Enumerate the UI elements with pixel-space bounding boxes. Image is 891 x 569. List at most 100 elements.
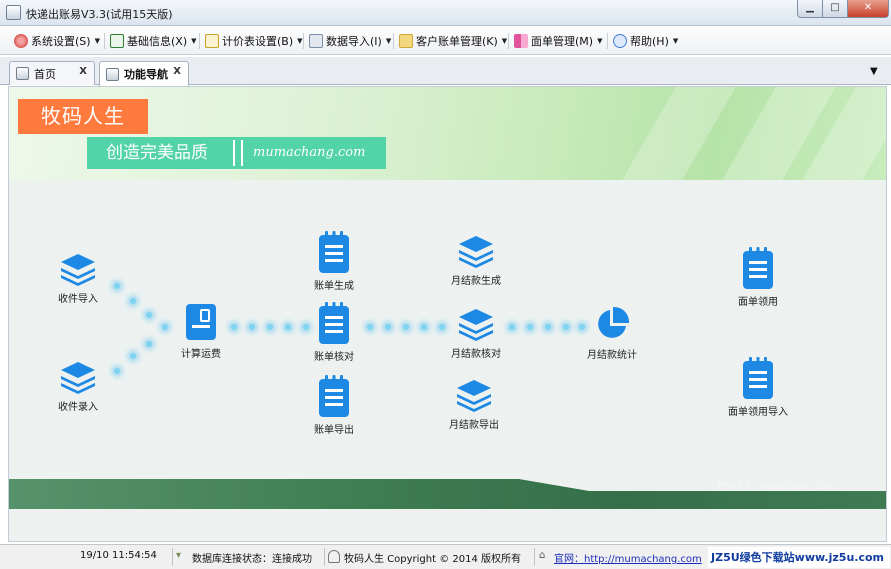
status-datetime: 19/10 11:54:54 (80, 550, 157, 561)
chevron-down-icon: ▼ (94, 37, 100, 45)
menu-label: 客户账单管理(K) (416, 35, 498, 48)
menu-separator (199, 33, 200, 49)
banner: 牧码人生 创造完美品质 mumachang.com (9, 87, 886, 180)
tab-home[interactable]: 首页 X (9, 61, 95, 85)
slogan-text: 创造完美品质 (106, 143, 208, 163)
nav-tab-icon (106, 67, 119, 81)
node-label: 面单领用导入 (728, 407, 788, 418)
home-tab-icon (16, 67, 29, 80)
flow-dot (545, 324, 551, 330)
notepad-icon (319, 375, 349, 417)
flow-dot (249, 324, 255, 330)
node-label: 账单导出 (314, 425, 354, 436)
flow-dot (385, 324, 391, 330)
menu-separator (607, 33, 608, 49)
flow-dot (403, 324, 409, 330)
node-label: 账单生成 (314, 281, 354, 292)
menu-label: 帮助(H) (630, 35, 669, 48)
node-monthly-generate[interactable]: 月结款生成 (431, 234, 521, 287)
menu-label: 面单管理(M) (531, 35, 594, 48)
tab-list-dropdown[interactable]: ▼ (870, 66, 878, 77)
layers-icon (457, 380, 491, 412)
node-receive-entry[interactable]: 收件录入 (33, 360, 123, 413)
menu-separator (393, 33, 394, 49)
data-import-icon (309, 34, 323, 48)
node-label: 计算运费 (181, 349, 221, 360)
pie-chart-icon (598, 306, 630, 338)
menu-label: 基础信息(X) (127, 35, 188, 48)
home-icon: ⌂ (539, 550, 546, 561)
node-label: 月结款导出 (449, 420, 499, 431)
layers-icon (459, 236, 493, 268)
menu-data-import[interactable]: 数据导入(I) ▼ (309, 30, 391, 52)
chevron-down-icon: ▼ (297, 37, 303, 45)
maximize-button[interactable]: □ (822, 0, 848, 18)
customer-bill-icon (399, 34, 413, 48)
menu-pricing-table[interactable]: 计价表设置(B) ▼ (205, 30, 303, 52)
node-label: 月结款生成 (451, 276, 501, 287)
close-button[interactable]: ✕ (847, 0, 889, 18)
status-db-connection: 数据库连接状态：连接成功 (192, 554, 312, 565)
node-receive-import[interactable]: 收件导入 (33, 252, 123, 305)
help-icon (613, 34, 627, 48)
node-waybill-receive[interactable]: 面单领用 (713, 247, 803, 308)
status-separator (324, 548, 325, 566)
menu-separator (104, 33, 105, 49)
menu-separator (303, 33, 304, 49)
node-waybill-import[interactable]: 面单领用导入 (713, 357, 803, 418)
app-icon (6, 5, 21, 20)
tab-bar: 首页 X 功能导航 X ▼ (0, 57, 891, 86)
close-icon[interactable]: X (173, 66, 181, 77)
node-label: 月结款核对 (451, 349, 501, 360)
function-navigation-panel: 牧码人生 创造完美品质 mumachang.com 收件导入 收件录入 计算运费… (8, 86, 887, 542)
notepad-icon (319, 231, 349, 273)
banner-stripe (622, 87, 736, 180)
close-icon[interactable]: X (79, 66, 87, 77)
window-title: 快递出账易V3.3(试用15天版) (26, 8, 173, 21)
node-monthly-stats[interactable]: 月结款统计 (567, 306, 657, 361)
flow-dot (146, 312, 152, 318)
node-monthly-check[interactable]: 月结款核对 (431, 307, 521, 360)
minimize-button[interactable]: ▁ (797, 0, 823, 18)
menu-separator (508, 33, 509, 49)
db-status-icon: ▾ (176, 550, 182, 561)
status-separator (172, 548, 173, 566)
tab-label: 首页 (34, 67, 56, 81)
menu-system-settings[interactable]: 系统设置(S) ▼ (14, 30, 100, 52)
phone-card-icon (186, 304, 216, 340)
node-bill-check[interactable]: 账单核对 (289, 302, 379, 363)
footer-brand-text: 牧码人生 mumachang.com (717, 482, 835, 492)
notepad-icon (743, 247, 773, 289)
flow-dot (267, 324, 273, 330)
website-link[interactable]: 官网：http://mumachang.com (554, 550, 702, 565)
node-label: 面单领用 (738, 297, 778, 308)
layers-icon (459, 309, 493, 341)
chevron-down-icon: ▼ (597, 37, 603, 45)
node-calc-freight[interactable]: 计算运费 (156, 303, 246, 360)
layers-icon (61, 362, 95, 394)
node-monthly-export[interactable]: 月结款导出 (429, 378, 519, 431)
menu-basic-info[interactable]: 基础信息(X) ▼ (110, 30, 197, 52)
node-label: 收件录入 (58, 402, 98, 413)
menu-waybill-manage[interactable]: 面单管理(M) ▼ (514, 30, 602, 52)
flow-dot (421, 324, 427, 330)
node-bill-generate[interactable]: 账单生成 (289, 231, 379, 292)
user-icon (328, 550, 340, 563)
notepad-icon (319, 302, 349, 344)
menu-label: 系统设置(S) (31, 35, 91, 48)
watermark-text: JZ5U绿色下载站www.jz5u.com (708, 547, 890, 568)
node-label: 月结款统计 (587, 350, 637, 361)
menu-bar: 系统设置(S) ▼ 基础信息(X) ▼ 计价表设置(B) ▼ 数据导入(I) ▼ 客户账… (0, 27, 891, 55)
node-label: 收件导入 (58, 294, 98, 305)
menu-customer-bill[interactable]: 客户账单管理(K) ▼ (399, 30, 507, 52)
menu-help[interactable]: 帮助(H) ▼ (613, 30, 678, 52)
brand-logo: 牧码人生 (18, 99, 148, 134)
basic-info-icon (110, 34, 124, 48)
layers-icon (61, 254, 95, 286)
tab-function-nav[interactable]: 功能导航 X (99, 61, 189, 86)
node-bill-export[interactable]: 账单导出 (289, 375, 379, 436)
flow-dot (527, 324, 533, 330)
flow-dot (130, 353, 136, 359)
title-bar: 快递出账易V3.3(试用15天版) ▁ □ ✕ (0, 0, 891, 26)
slogan-divider (233, 140, 243, 166)
